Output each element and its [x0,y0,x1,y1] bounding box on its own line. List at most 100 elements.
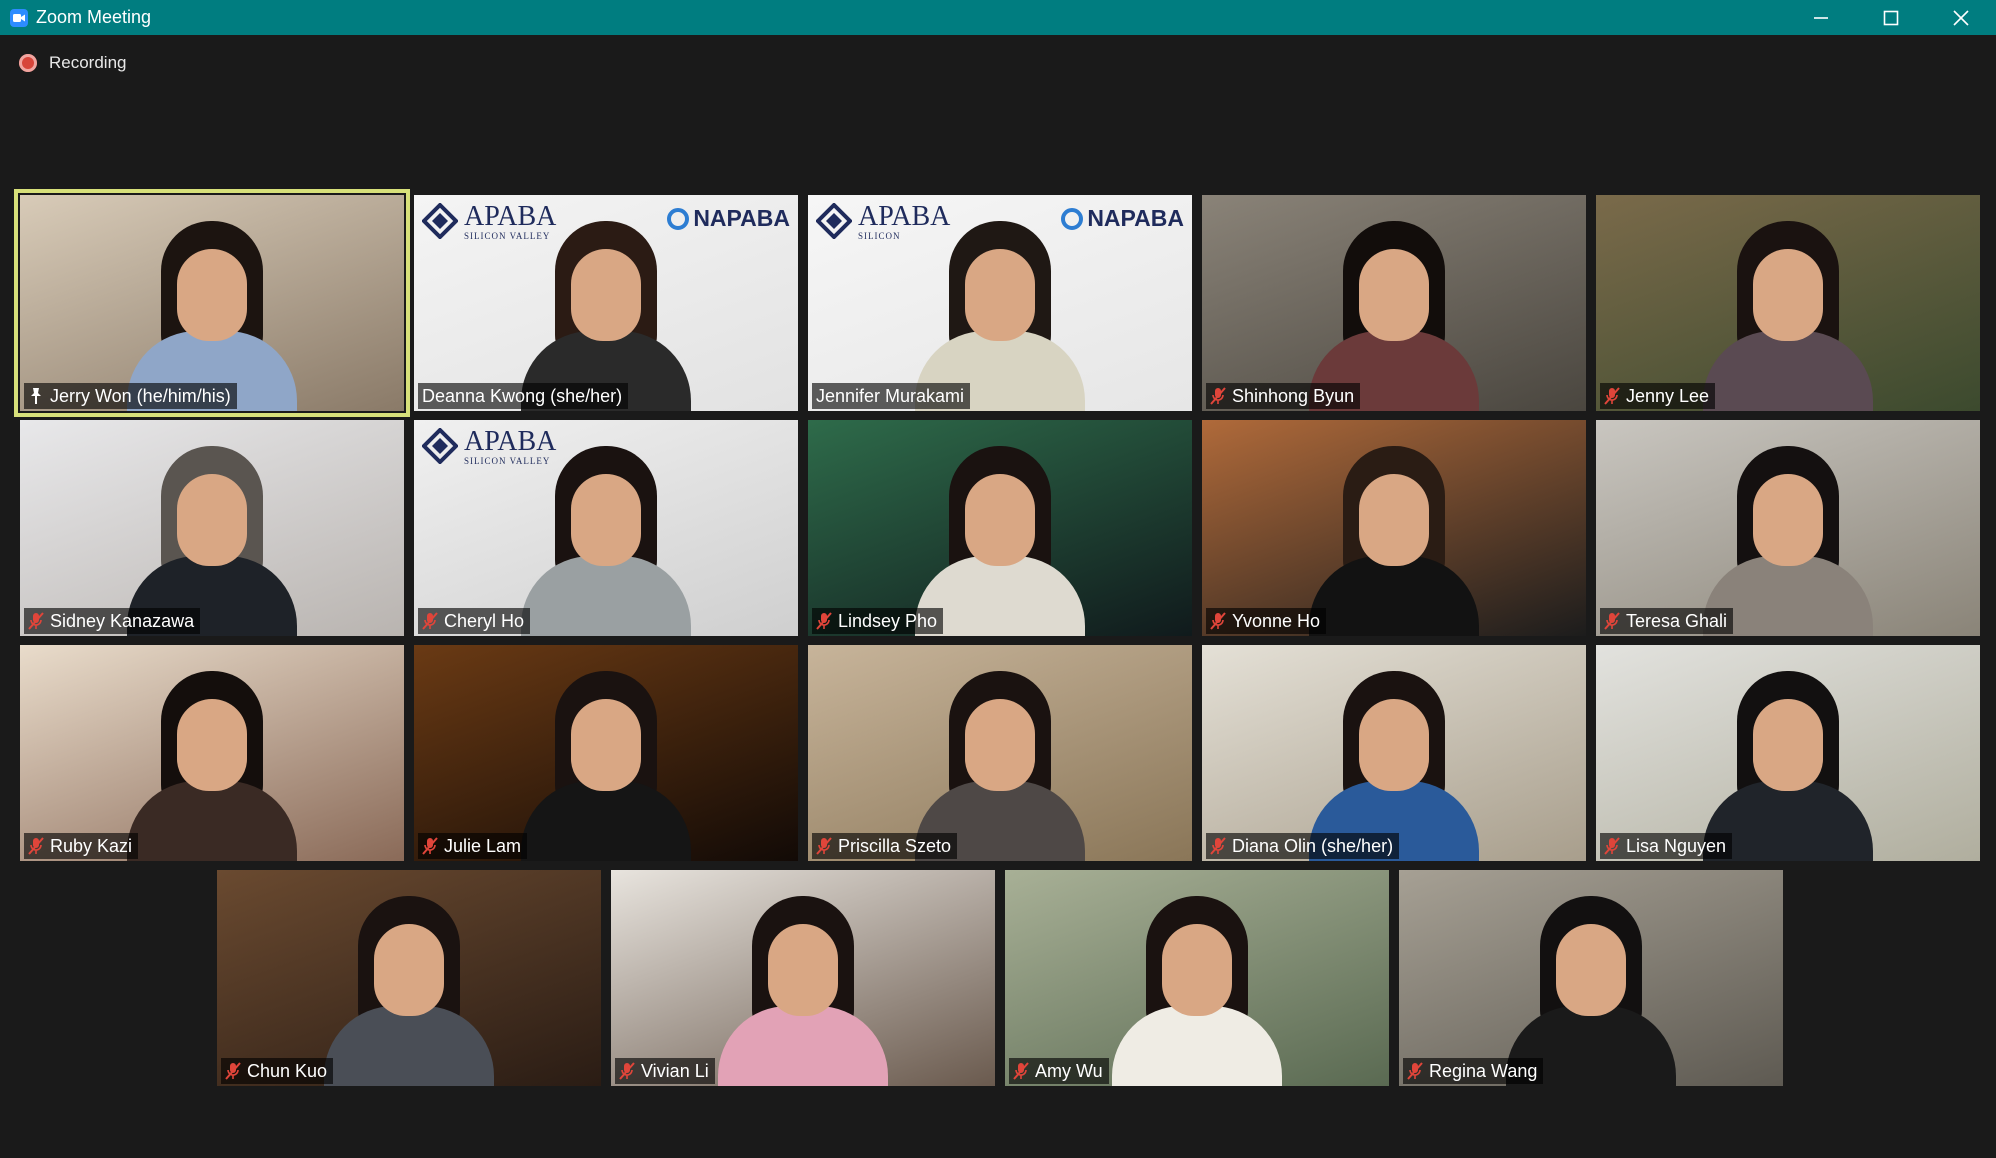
title-bar: Zoom Meeting [0,0,1996,35]
video-feed [1596,195,1980,411]
participant-name: Cheryl Ho [444,610,525,631]
maximize-icon [1883,10,1899,25]
participant-video-figure [1703,201,1873,411]
participant-video-figure [521,651,691,861]
participant-tile[interactable]: Jenny Lee [1596,195,1980,411]
participant-tile[interactable]: Jerry Won (he/him/his) [14,189,410,417]
mic-muted-icon [28,837,44,855]
close-icon [1953,9,1969,26]
video-feed [1202,645,1586,861]
participant-name-tag: Lisa Nguyen [1600,833,1733,859]
video-feed [1399,870,1783,1086]
participant-name: Chun Kuo [247,1060,328,1081]
mic-muted-icon [816,837,832,855]
participant-name-tag: Ruby Kazi [24,833,139,859]
participant-tile[interactable]: Amy Wu [1005,870,1389,1086]
recording-indicator[interactable]: Recording [19,53,127,73]
napaba-logo-text: NAPABA [693,205,790,231]
participant-tile[interactable]: Diana Olin (she/her) [1202,645,1586,861]
pin-icon [28,387,44,405]
participant-name: Sidney Kanazawa [50,610,195,631]
participant-tile[interactable]: Teresa Ghali [1596,420,1980,636]
participant-tile[interactable]: Julie Lam [414,645,798,861]
apaba-logo: APABA SILICON VALLEY [422,203,556,241]
participant-name-tag: Amy Wu [1009,1058,1109,1084]
recording-dot-icon [19,54,37,72]
participant-name-tag: Deanna Kwong (she/her) [418,383,629,409]
napaba-logo: NAPABA [1061,205,1184,232]
participant-name: Regina Wang [1429,1060,1538,1081]
mic-muted-icon [1604,387,1620,405]
apaba-logo-subtext: SILICON [858,231,901,241]
minimize-button[interactable] [1786,0,1856,35]
apaba-logo-text: APABA [858,201,951,232]
participant-name: Ruby Kazi [50,835,133,856]
participant-name: Lindsey Pho [838,610,938,631]
maximize-button[interactable] [1856,0,1926,35]
participant-video-figure [718,876,888,1086]
mic-muted-icon [619,1062,635,1080]
napaba-globe-icon [1061,207,1084,230]
video-feed [1202,420,1586,636]
video-feed: APABA SILICON VALLEY NAPABA [414,195,798,411]
participant-name: Julie Lam [444,835,522,856]
mic-muted-icon [1210,837,1226,855]
participant-name-tag: Teresa Ghali [1600,608,1734,634]
apaba-logo-subtext: SILICON VALLEY [464,231,551,241]
participant-name-tag: Jennifer Murakami [812,383,971,409]
participant-tile[interactable]: Yvonne Ho [1202,420,1586,636]
participant-tile[interactable]: Priscilla Szeto [808,645,1192,861]
participant-video-figure [127,426,297,636]
participant-tile[interactable]: Vivian Li [611,870,995,1086]
participant-tile[interactable]: Regina Wang [1399,870,1783,1086]
video-feed [1596,645,1980,861]
participant-name-tag: Chun Kuo [221,1058,334,1084]
participant-video-figure [1309,651,1479,861]
participant-name-tag: Jenny Lee [1600,383,1716,409]
participant-video-figure [1112,876,1282,1086]
zoom-app-icon [10,8,28,27]
minimize-icon [1814,16,1828,19]
participant-name-tag: Shinhong Byun [1206,383,1361,409]
participant-name-tag: Priscilla Szeto [812,833,958,859]
window-title: Zoom Meeting [36,7,152,27]
mic-muted-icon [1604,837,1620,855]
recording-label: Recording [49,53,127,72]
video-feed: APABA SILICON NAPABA [808,195,1192,411]
participant-tile[interactable]: Lindsey Pho [808,420,1192,636]
participant-name: Jennifer Murakami [816,385,965,406]
participant-name-tag: Yvonne Ho [1206,608,1327,634]
mic-muted-icon [1604,612,1620,630]
napaba-logo-text: NAPABA [1087,205,1184,231]
participant-tile[interactable]: Chun Kuo [217,870,601,1086]
mic-muted-icon [1013,1062,1029,1080]
participant-video-figure [1703,426,1873,636]
participant-tile[interactable]: Sidney Kanazawa [20,420,404,636]
participant-name-tag: Vivian Li [615,1058,715,1084]
video-feed [1596,420,1980,636]
participant-tile[interactable]: Ruby Kazi [20,645,404,861]
video-feed [1005,870,1389,1086]
participant-name-tag: Regina Wang [1403,1058,1544,1084]
participant-name: Vivian Li [641,1060,709,1081]
mic-muted-icon [1407,1062,1423,1080]
participant-tile[interactable]: APABA SILICON NAPABA Jennifer Murakami [808,195,1192,411]
participant-tile[interactable]: APABA SILICON VALLEY NAPABA Deanna Kwong (s… [414,195,798,411]
video-feed [217,870,601,1086]
participant-name: Priscilla Szeto [838,835,952,856]
participant-tile[interactable]: Lisa Nguyen [1596,645,1980,861]
participant-video-figure [127,651,297,861]
video-feed [808,645,1192,861]
participant-video-figure [127,201,297,411]
participant-tile[interactable]: Shinhong Byun [1202,195,1586,411]
participant-tile[interactable]: APABA SILICON VALLEY Cheryl Ho [414,420,798,636]
participant-name: Jenny Lee [1626,385,1710,406]
close-button[interactable] [1926,0,1996,35]
mic-muted-icon [28,612,44,630]
apaba-logo: APABA SILICON VALLEY [422,428,556,466]
napaba-logo: NAPABA [667,205,790,232]
mic-muted-icon [422,612,438,630]
apaba-logo: APABA SILICON [816,203,950,241]
video-feed [20,645,404,861]
participant-name-tag: Julie Lam [418,833,528,859]
